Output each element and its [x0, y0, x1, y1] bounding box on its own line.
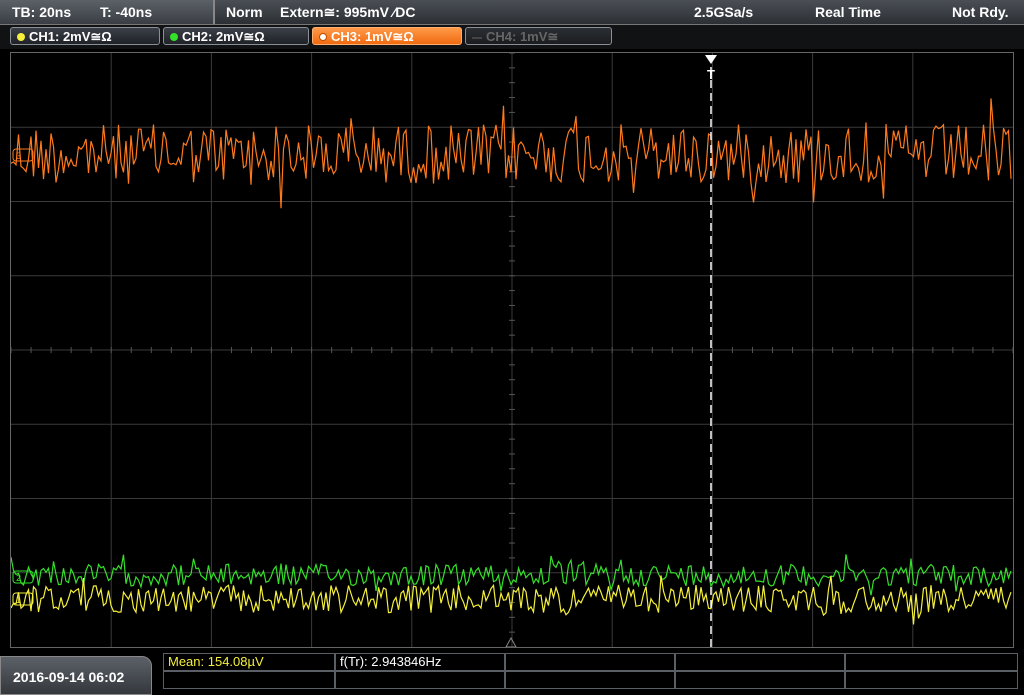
channel-2-label: CH2: 2mV≅Ω [182, 29, 265, 44]
channel-3-button[interactable]: CH3: 1mV≅Ω [312, 27, 462, 45]
bottom-bar: 2016-09-14 06:02 Mean: 154.08µV f(Tr): 2… [0, 650, 1024, 695]
datetime-label: 2016-09-14 06:02 [13, 669, 125, 685]
channel-3-waveform [10, 98, 1012, 209]
sample-rate-label: 2.5GSa/s [694, 4, 754, 20]
waveform-display[interactable]: T 3 2 1 [10, 52, 1014, 648]
measurement-slot-8 [505, 671, 675, 689]
channel-4-off-icon [472, 36, 482, 39]
waveform-canvas: T 3 2 1 [10, 52, 1014, 648]
trigger-source-label[interactable]: Extern≅: 995mV ⁄DC [280, 4, 415, 21]
measurement-slot-7 [335, 671, 505, 689]
svg-text:3: 3 [16, 151, 21, 161]
channel-3-label: CH3: 1mV≅Ω [331, 29, 414, 44]
trigger-mode-label[interactable]: Norm [226, 4, 263, 20]
measurement-slot-6 [163, 671, 335, 689]
channel-4-label: CH4: 1mV≅ [486, 29, 559, 44]
svg-text:1: 1 [16, 595, 21, 605]
measurement-slot-9 [675, 671, 845, 689]
svg-text:2: 2 [16, 573, 21, 583]
measurement-slot-10 [845, 671, 1018, 689]
trigger-frequency-measurement[interactable]: f(Tr): 2.943846Hz [335, 653, 505, 671]
measurement-slot-3 [505, 653, 675, 671]
channel-bar: CH1: 2mV≅Ω CH2: 2mV≅Ω CH3: 1mV≅Ω CH4: 1m… [0, 25, 1024, 49]
channel-1-dot-icon [17, 33, 25, 41]
channel-2-dot-icon [170, 33, 178, 41]
datetime-box: 2016-09-14 06:02 [0, 656, 152, 695]
channel-2-button[interactable]: CH2: 2mV≅Ω [163, 27, 309, 45]
channel-1-label: CH1: 2mV≅Ω [29, 29, 112, 44]
measurement-panel[interactable]: Mean: 154.08µV f(Tr): 2.943846Hz [163, 653, 1018, 693]
channel-3-dot-icon [319, 33, 327, 41]
acquisition-mode-label: Real Time [815, 4, 881, 20]
measurement-slot-5 [845, 653, 1018, 671]
measurement-slot-4 [675, 653, 845, 671]
channel-1-button[interactable]: CH1: 2mV≅Ω [10, 27, 160, 45]
timebase-box[interactable]: TB: 20ns T: -40ns [0, 0, 215, 24]
trigger-time-label: T: -40ns [100, 4, 153, 20]
trigger-marker-label: T [707, 67, 715, 82]
trigger-marker-icon[interactable] [705, 55, 717, 64]
mean-measurement[interactable]: Mean: 154.08µV [163, 653, 335, 671]
trigger-offset-marker-icon [505, 636, 517, 648]
channel-4-button[interactable]: CH4: 1mV≅ [465, 27, 612, 45]
graticule [10, 52, 1014, 648]
trigger-status-label: Not Rdy. [952, 4, 1009, 20]
status-bar: TB: 20ns T: -40ns Norm Extern≅: 995mV ⁄D… [0, 0, 1024, 25]
timebase-label: TB: 20ns [12, 4, 72, 20]
